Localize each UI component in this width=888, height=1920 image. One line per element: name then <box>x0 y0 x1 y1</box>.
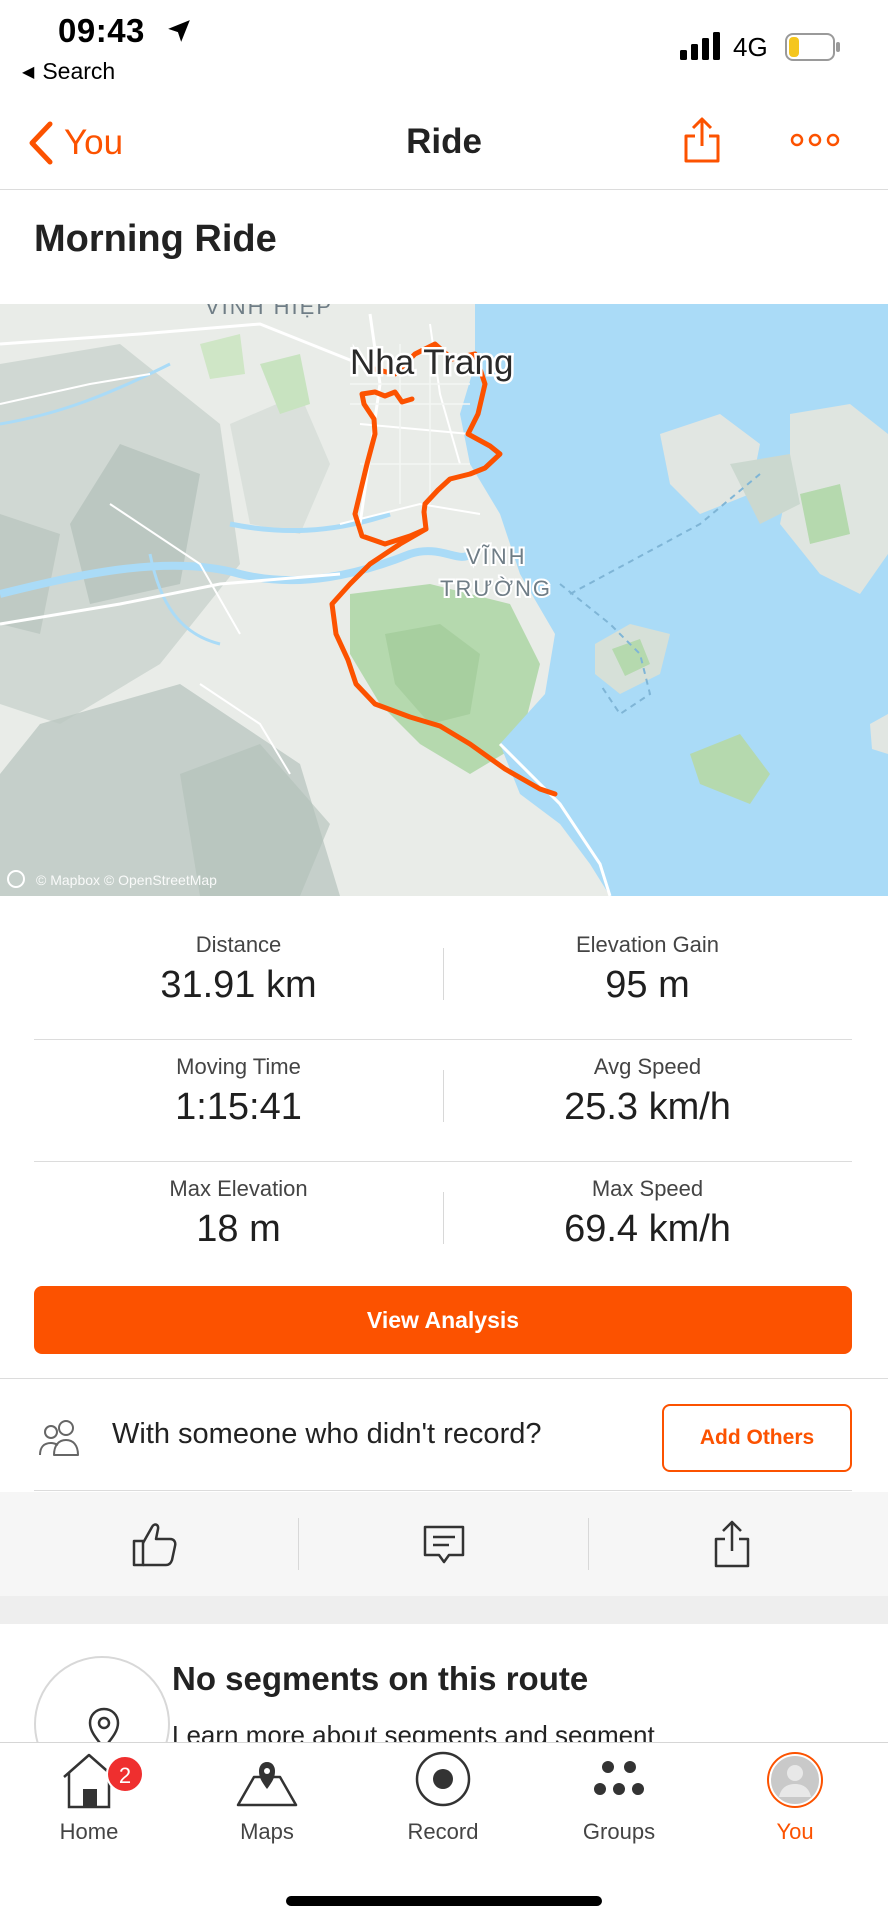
stat-value: 18 m <box>196 1208 281 1250</box>
stat-elevation-gain: Elevation Gain 95 m <box>443 932 852 1007</box>
stat-distance: Distance 31.91 km <box>34 932 443 1007</box>
map-label-city: Nha Trang <box>350 343 513 382</box>
map-label-district-2: TRƯỜNG <box>440 576 552 601</box>
more-options-icon[interactable] <box>790 132 840 148</box>
stat-label: Max Speed <box>591 1176 704 1201</box>
profile-icon <box>767 1752 823 1808</box>
stat-row: Moving Time 1:15:41 Avg Speed 25.3 km/h <box>34 1040 852 1162</box>
segments-section: No segments on this route Learn more abo… <box>0 1624 888 1742</box>
location-pin-icon <box>88 1707 120 1742</box>
route-map[interactable]: VĨNH HIỆP Nha Trang VĨNH TRƯỜNG © Mapbox… <box>0 304 888 896</box>
thumbs-up-icon <box>132 1523 177 1567</box>
others-prompt: With someone who didn't record? <box>112 1418 542 1450</box>
battery-icon <box>785 33 840 61</box>
view-analysis-button[interactable]: View Analysis <box>34 1286 852 1354</box>
stat-max-elevation: Max Elevation 18 m <box>34 1176 443 1251</box>
segment-icon-circle <box>34 1656 170 1742</box>
tab-home[interactable]: 2 Home <box>14 1749 164 1859</box>
stat-label: Distance <box>195 932 282 957</box>
tab-bar: 2 Home Maps Record Groups You <box>0 1742 888 1920</box>
map-attribution[interactable]: © Mapbox © OpenStreetMap <box>36 872 217 888</box>
map-canvas: VĨNH HIỆP Nha Trang VĨNH TRƯỜNG <box>0 304 888 896</box>
stat-value: 25.3 km/h <box>564 1086 731 1128</box>
tab-record[interactable]: Record <box>368 1749 518 1859</box>
stat-max-speed: Max Speed 69.4 km/h <box>443 1176 852 1251</box>
segments-title: No segments on this route <box>172 1660 589 1697</box>
tab-maps[interactable]: Maps <box>192 1749 342 1859</box>
share-icon[interactable] <box>682 116 722 164</box>
tab-label: Maps <box>240 1819 294 1844</box>
back-to-search[interactable]: ◀ Search <box>22 58 115 85</box>
tab-you[interactable]: You <box>720 1749 870 1859</box>
segments-description[interactable]: Learn more about segments and segment <box>172 1720 655 1742</box>
share-icon <box>714 1520 750 1568</box>
stat-row: Distance 31.91 km Elevation Gain 95 m <box>34 918 852 1040</box>
signal-icon <box>680 32 720 60</box>
stat-label: Moving Time <box>176 1054 301 1079</box>
back-triangle-icon: ◀ <box>22 64 35 81</box>
add-others-row: With someone who didn't record? Add Othe… <box>0 1380 888 1492</box>
location-arrow-icon <box>168 20 190 42</box>
tab-label: Record <box>407 1819 479 1844</box>
notification-badge: 2 <box>106 1755 144 1793</box>
back-search-label: Search <box>42 58 116 84</box>
activity-actions <box>0 1492 888 1596</box>
stat-row: Max Elevation 18 m Max Speed 69.4 km/h <box>34 1162 852 1284</box>
divider <box>34 1490 852 1491</box>
people-icon <box>39 1420 79 1456</box>
home-indicator[interactable] <box>286 1896 602 1906</box>
kudos-button[interactable] <box>10 1492 298 1596</box>
nav-bar: You Ride <box>0 100 888 190</box>
status-time: 09:43 <box>58 12 145 49</box>
map-label-district-top: VĨNH HIỆP <box>205 304 333 319</box>
comment-icon <box>423 1525 465 1564</box>
add-others-button[interactable]: Add Others <box>662 1404 852 1472</box>
map-icon <box>236 1762 298 1807</box>
stat-label: Max Elevation <box>169 1176 308 1201</box>
share-activity-button[interactable] <box>588 1492 876 1596</box>
map-label-district-1: VĨNH <box>466 544 527 569</box>
stat-value: 69.4 km/h <box>564 1208 731 1250</box>
activity-title: Morning Ride <box>34 218 277 260</box>
stat-avg-speed: Avg Speed 25.3 km/h <box>443 1054 852 1129</box>
tab-label: Groups <box>582 1819 656 1844</box>
tab-label: You <box>776 1819 814 1844</box>
stat-label: Elevation Gain <box>575 932 720 957</box>
comment-button[interactable] <box>300 1492 588 1596</box>
stat-label: Avg Speed <box>593 1054 702 1079</box>
tab-label: Home <box>59 1819 119 1844</box>
page-title: Ride <box>406 122 482 161</box>
status-bar: 09:43 ◀ Search 4G <box>0 0 888 92</box>
stat-value: 31.91 km <box>160 964 317 1006</box>
record-icon <box>415 1751 471 1807</box>
stat-moving-time: Moving Time 1:15:41 <box>34 1054 443 1129</box>
stats-grid: Distance 31.91 km Elevation Gain 95 m Mo… <box>34 918 852 1284</box>
network-type: 4G <box>733 32 768 62</box>
stat-value: 95 m <box>605 964 690 1006</box>
tab-groups[interactable]: Groups <box>544 1749 694 1859</box>
stat-value: 1:15:41 <box>175 1086 302 1128</box>
divider <box>298 1518 299 1570</box>
divider <box>0 1378 888 1379</box>
groups-icon <box>594 1761 644 1795</box>
section-gap <box>0 1596 888 1624</box>
